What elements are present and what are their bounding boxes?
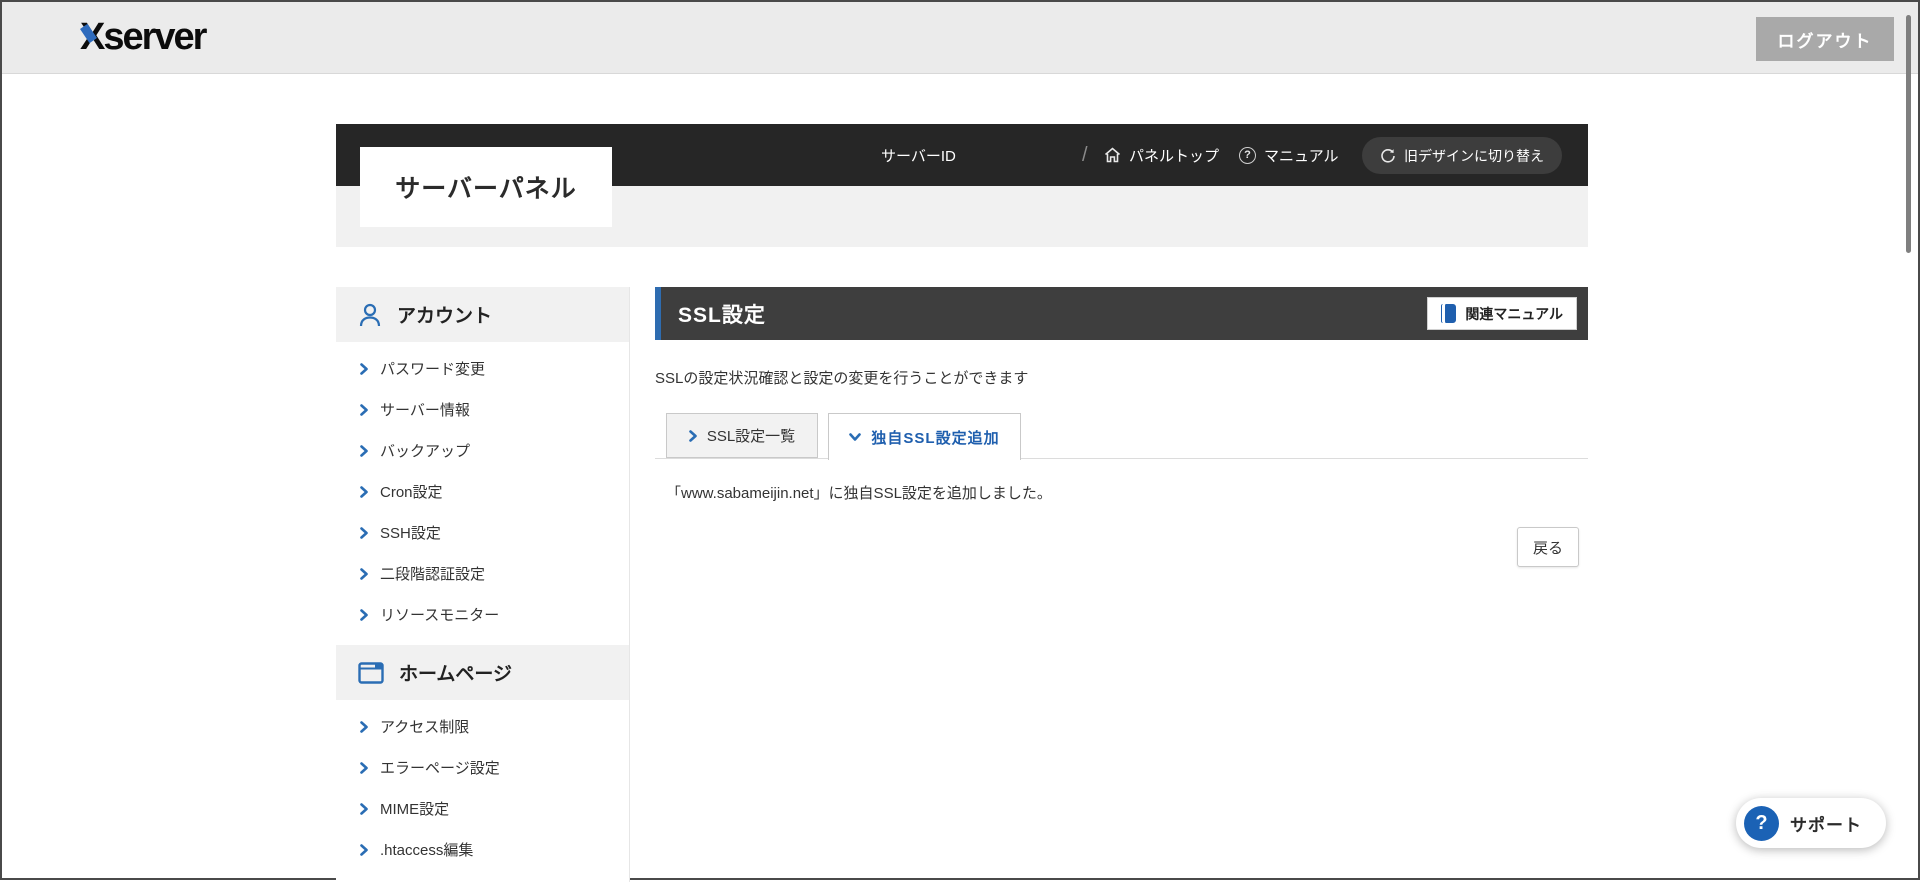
tab-add-own-ssl[interactable]: 独自SSL設定追加 <box>828 413 1021 460</box>
chevron-right-icon <box>360 761 368 774</box>
support-button[interactable]: ? サポート <box>1736 798 1886 848</box>
switch-old-design-button[interactable]: 旧デザインに切り替え <box>1362 137 1562 174</box>
main-content: SSL設定 関連マニュアル SSLの設定状況確認と設定の変更を行うことができます… <box>655 287 1588 567</box>
page-title: SSL設定 <box>678 303 766 327</box>
chevron-right-icon <box>360 802 368 815</box>
panel-header-bar: サーバーID / パネルトップ ? マニュアル 旧デザインに切り替え サーバーパ… <box>336 124 1588 227</box>
question-circle-icon: ? <box>1239 146 1256 164</box>
chevron-right-icon <box>360 362 368 375</box>
chevron-right-icon <box>360 720 368 733</box>
browser-icon <box>358 661 384 684</box>
panel-top-label: パネルトップ <box>1129 147 1220 165</box>
page-title-bar: SSL設定 関連マニュアル <box>655 287 1588 340</box>
chevron-right-icon <box>360 567 368 580</box>
chevron-right-icon <box>360 526 368 539</box>
tab-ssl-settings-list[interactable]: SSL設定一覧 <box>666 413 818 458</box>
tab-bar: SSL設定一覧 独自SSL設定追加 <box>655 413 1588 460</box>
server-panel-brand-label: サーバーパネル <box>395 175 577 203</box>
sidebar-item-ssh[interactable]: SSH設定 <box>336 512 629 553</box>
page-container: サーバーID / パネルトップ ? マニュアル 旧デザインに切り替え サーバーパ… <box>336 2 1588 882</box>
refresh-icon <box>1380 148 1396 164</box>
sidebar-section-account-title: アカウント <box>397 306 493 327</box>
sidebar-item-access-restriction[interactable]: アクセス制限 <box>336 706 629 747</box>
chevron-right-icon <box>360 485 368 498</box>
home-icon <box>1104 147 1121 163</box>
chevron-down-icon <box>849 433 862 441</box>
sidebar-homepage-list: アクセス制限 エラーページ設定 MIME設定 .htaccess編集 サイト転送… <box>336 700 629 882</box>
related-manual-button[interactable]: 関連マニュアル <box>1427 297 1577 330</box>
server-panel-brand[interactable]: サーバーパネル <box>360 147 612 227</box>
sidebar-item-mime[interactable]: MIME設定 <box>336 788 629 829</box>
chevron-right-icon <box>360 403 368 416</box>
sidebar-account-list: パスワード変更 サーバー情報 バックアップ Cron設定 SSH設定 二段階認証… <box>336 342 629 645</box>
sidebar-item-server-info[interactable]: サーバー情報 <box>336 389 629 430</box>
sidebar-item-password-change[interactable]: パスワード変更 <box>336 348 629 389</box>
panel-top-link[interactable]: パネルトップ <box>1104 124 1219 186</box>
server-id-label: サーバーID <box>881 147 956 165</box>
back-button-row: 戻る <box>655 527 1588 567</box>
sidebar-item-backup[interactable]: バックアップ <box>336 430 629 471</box>
sidebar-section-homepage-title: ホームページ <box>399 664 513 685</box>
logout-button[interactable]: ログアウト <box>1756 17 1894 61</box>
xserver-logo-text: Xserver <box>80 16 207 58</box>
sidebar-item-site-redirect[interactable]: サイト転送設定 <box>336 870 629 882</box>
switch-old-design-label: 旧デザインに切り替え <box>1404 147 1544 164</box>
sidebar-item-htaccess[interactable]: .htaccess編集 <box>336 829 629 870</box>
related-manual-label: 関連マニュアル <box>1465 305 1563 322</box>
book-icon <box>1441 304 1457 323</box>
question-circle-icon: ? <box>1744 805 1779 841</box>
vertical-scrollbar-thumb[interactable] <box>1906 15 1911 253</box>
chevron-right-icon <box>360 608 368 621</box>
header-separator: / <box>1082 143 1088 166</box>
sidebar-item-error-page[interactable]: エラーページ設定 <box>336 747 629 788</box>
sidebar-section-homepage: ホームページ <box>336 645 629 700</box>
chevron-right-icon <box>360 444 368 457</box>
page-description: SSLの設定状況確認と設定の変更を行うことができます <box>655 370 1029 387</box>
sidebar-item-cron[interactable]: Cron設定 <box>336 471 629 512</box>
back-button[interactable]: 戻る <box>1517 527 1579 567</box>
support-label: サポート <box>1790 815 1862 835</box>
sidebar-item-resource-monitor[interactable]: リソースモニター <box>336 594 629 635</box>
result-message: 「www.sabameijin.net」に独自SSL設定を追加しました。 <box>666 485 1052 502</box>
chevron-right-icon <box>360 843 368 856</box>
sidebar: アカウント パスワード変更 サーバー情報 バックアップ Cron設定 SSH設定 <box>336 287 630 882</box>
manual-link[interactable]: ? マニュアル <box>1239 124 1339 186</box>
xserver-logo[interactable]: Xserver <box>80 16 207 59</box>
sidebar-item-two-factor[interactable]: 二段階認証設定 <box>336 553 629 594</box>
manual-label: マニュアル <box>1264 147 1339 165</box>
sidebar-section-account: アカウント <box>336 287 629 342</box>
chevron-right-icon <box>689 429 697 442</box>
user-icon <box>358 302 382 328</box>
